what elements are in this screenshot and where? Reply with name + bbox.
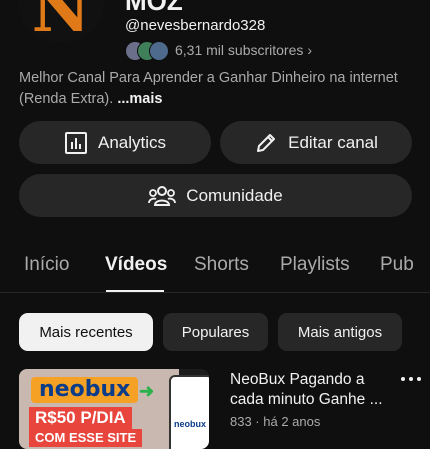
video-thumbnail[interactable]: neobux ➜ R$50 P/DIA COM ESSE SITE neobux [19, 369, 209, 449]
analytics-button[interactable]: Analytics [19, 121, 211, 164]
tab-pub[interactable]: Pub [380, 254, 414, 276]
video-title[interactable]: NeoBux Pagando a cada minuto Ganhe ... [230, 370, 400, 410]
community-button[interactable]: Comunidade [19, 174, 412, 217]
tab-inicio[interactable]: Início [24, 254, 69, 276]
thumb-line1: R$50 P/DIA [29, 407, 132, 429]
thumb-brand: neobux [31, 377, 139, 403]
chip-mais-antigos[interactable]: Mais antigos [278, 313, 402, 351]
subscriber-avatars [125, 40, 169, 61]
community-label: Comunidade [186, 185, 283, 205]
channel-tabs: Início Vídeos Shorts Playlists Pub [0, 248, 430, 293]
pencil-icon [257, 133, 276, 152]
channel-avatar[interactable]: N [18, 0, 104, 42]
people-icon [148, 185, 177, 206]
phone-graphic: neobux [169, 375, 209, 449]
chip-populares[interactable]: Populares [163, 313, 268, 351]
active-tab-indicator [106, 290, 164, 292]
subscribers-row[interactable]: 6,31 mil subscritores › [125, 40, 313, 61]
more-vertical-icon[interactable] [401, 372, 421, 386]
tab-videos[interactable]: Vídeos [105, 254, 167, 276]
chip-mais-recentes[interactable]: Mais recentes [19, 313, 153, 351]
subscriber-count: 6,31 mil subscritores [175, 42, 304, 58]
bar-chart-icon [64, 131, 87, 154]
video-meta: 833 · há 2 anos [230, 414, 321, 429]
channel-description[interactable]: Melhor Canal Para Aprender a Ganhar Dinh… [19, 68, 419, 110]
thumb-line2: COM ESSE SITE [29, 429, 143, 447]
chevron-right-icon: › [307, 42, 313, 58]
arrow-right-icon: ➜ [139, 381, 155, 401]
avatar-letter: N [31, 0, 91, 42]
analytics-label: Analytics [97, 132, 167, 152]
more-link[interactable]: ...mais [117, 91, 162, 107]
phone-label: neobux [174, 419, 207, 429]
edit-channel-label: Editar canal [288, 132, 378, 152]
description-text: Melhor Canal Para Aprender a Ganhar Dinh… [19, 70, 398, 107]
tab-playlists[interactable]: Playlists [280, 254, 350, 276]
edit-channel-button[interactable]: Editar canal [220, 121, 412, 164]
channel-handle: @nevesbernardo328 [125, 17, 266, 34]
tab-shorts[interactable]: Shorts [194, 254, 249, 276]
channel-name: MOZ [125, 0, 183, 16]
